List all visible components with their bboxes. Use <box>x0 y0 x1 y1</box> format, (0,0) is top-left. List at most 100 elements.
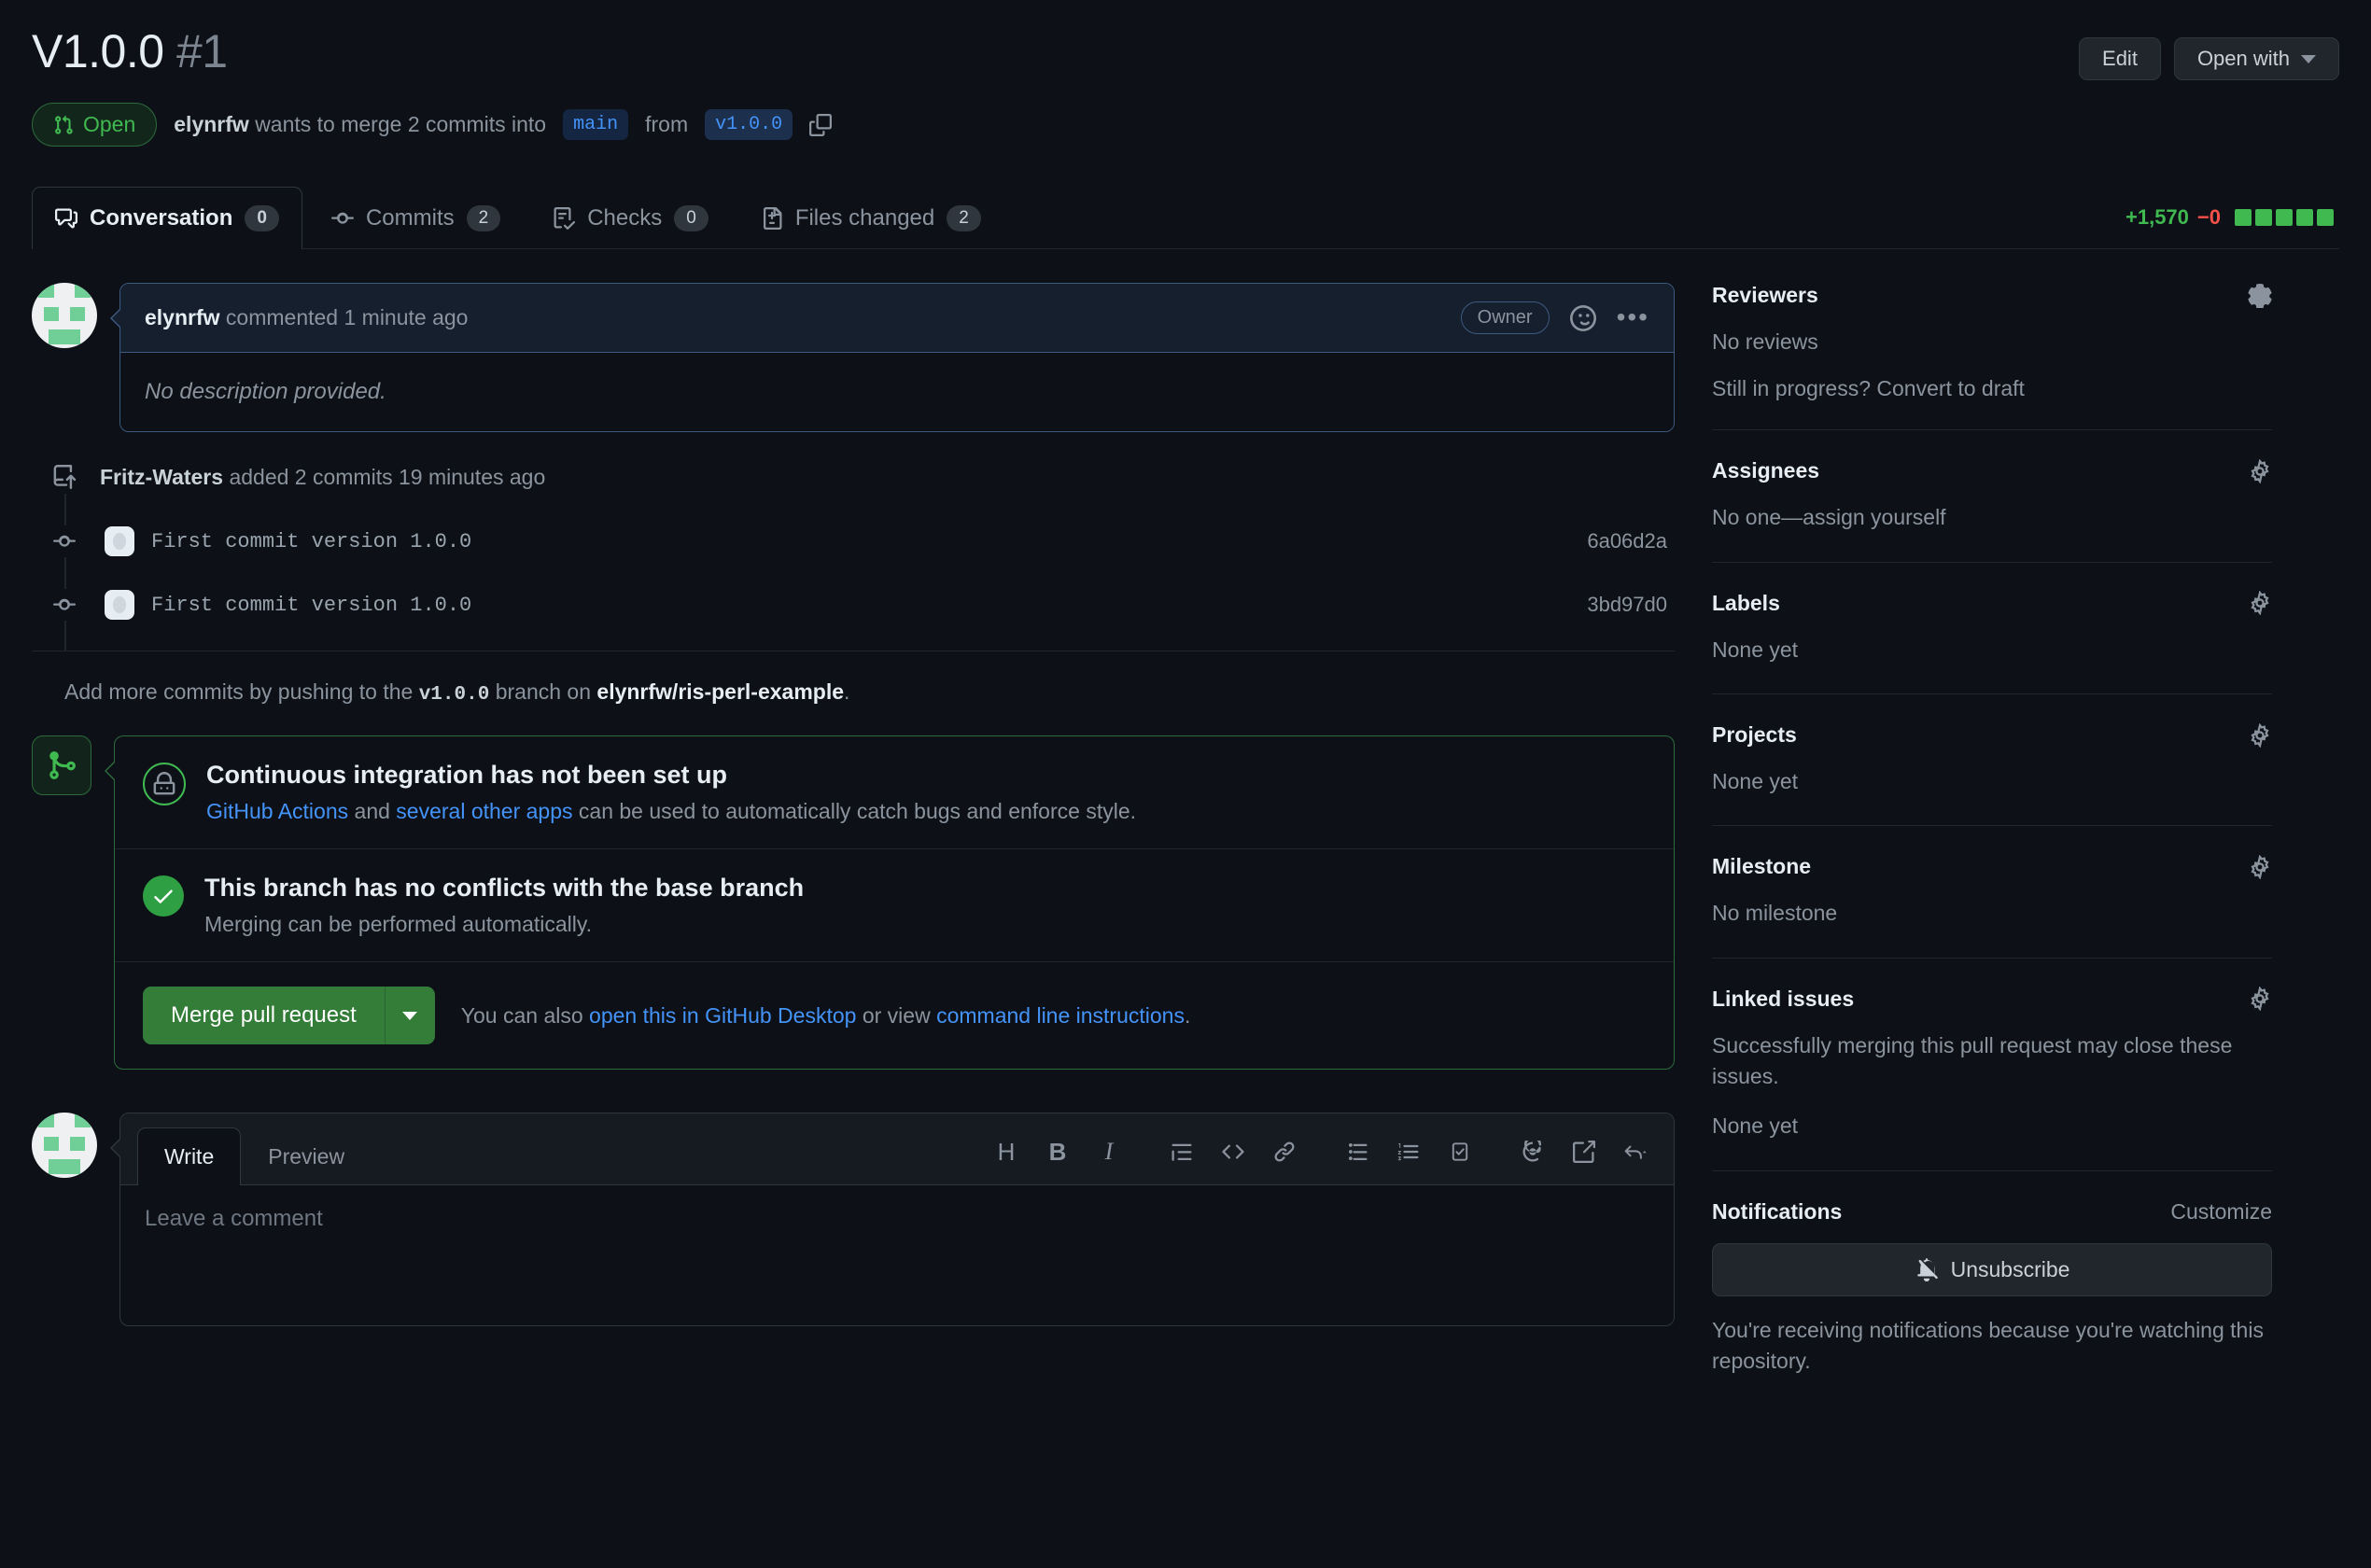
tab-preview[interactable]: Preview <box>241 1127 372 1185</box>
sidebar-section-projects: Projects None yet <box>1712 722 2272 827</box>
new-comment-editor: Write Preview H B I Leave a comment <box>32 1113 1675 1326</box>
assignees-title: Assignees <box>1712 458 1820 483</box>
tab-write[interactable]: Write <box>137 1127 242 1185</box>
diff-block <box>2296 209 2313 226</box>
github-desktop-link[interactable]: open this in GitHub Desktop <box>589 1003 856 1028</box>
tab-files-changed[interactable]: Files changed 2 <box>737 187 1004 249</box>
commit-row: First commit version 1.0.0 3bd97d0 <box>49 589 1675 621</box>
projects-title: Projects <box>1712 722 1797 748</box>
commit-message[interactable]: First commit version 1.0.0 <box>151 530 471 553</box>
gear-icon[interactable] <box>2248 591 2272 616</box>
tab-checks[interactable]: Checks 0 <box>529 187 732 249</box>
linked-issues-header: Linked issues <box>1712 987 2272 1012</box>
ordered-list-icon[interactable] <box>1387 1130 1430 1173</box>
merge-pull-request-button[interactable]: Merge pull request <box>143 987 385 1044</box>
page-content: elynrfw commented 1 minute ago Owner ••• <box>32 283 2339 1433</box>
push-note-middle: branch on <box>495 679 592 704</box>
push-note-branch: v1.0.0 <box>418 684 490 706</box>
assignees-header: Assignees <box>1712 458 2272 483</box>
commit-avatar <box>105 526 134 556</box>
copy-icon[interactable] <box>809 113 833 136</box>
avatar <box>32 1113 97 1178</box>
commit-sha[interactable]: 3bd97d0 <box>1587 593 1675 617</box>
code-icon[interactable] <box>1212 1130 1255 1173</box>
check-icon <box>143 875 184 917</box>
link-icon[interactable] <box>1263 1130 1306 1173</box>
ci-between: and <box>348 799 397 823</box>
bold-icon[interactable]: B <box>1036 1130 1079 1173</box>
status-badge-label: Open <box>83 112 136 136</box>
merge-options-button[interactable] <box>384 987 435 1044</box>
push-more-commits-note: Add more commits by pushing to the v1.0.… <box>64 679 1675 706</box>
merge-alternatives: You can also open this in GitHub Desktop… <box>461 1003 1191 1029</box>
diff-block <box>2235 209 2252 226</box>
labels-value: None yet <box>1712 637 1799 662</box>
mention-icon[interactable] <box>1511 1130 1554 1173</box>
diff-blocks <box>2235 209 2334 226</box>
saved-reply-icon[interactable] <box>1563 1130 1606 1173</box>
owner-badge: Owner <box>1460 301 1550 334</box>
comment-icon <box>55 208 77 229</box>
task-list-icon[interactable] <box>1438 1130 1481 1173</box>
comment-header-actions: Owner ••• <box>1460 301 1649 334</box>
sidebar-section-linked-issues: Linked issues Successfully merging this … <box>1712 987 2272 1171</box>
tab-conversation[interactable]: Conversation 0 <box>32 187 302 249</box>
sidebar-section-notifications: Notifications Customize Unsubscribe You'… <box>1712 1199 2272 1406</box>
tab-conversation-count: 0 <box>245 205 279 231</box>
unordered-list-icon[interactable] <box>1336 1130 1379 1173</box>
pr-tabs: Conversation 0 Commits 2 Checks 0 Files … <box>32 186 2339 249</box>
github-actions-link[interactable]: GitHub Actions <box>206 799 348 823</box>
notifications-title: Notifications <box>1712 1198 1843 1224</box>
reply-icon[interactable] <box>1614 1130 1657 1173</box>
conversation-column: elynrfw commented 1 minute ago Owner ••• <box>32 283 1675 1433</box>
diff-block <box>2255 209 2272 226</box>
bell-slash-icon <box>1916 1258 1938 1282</box>
more-options-icon[interactable]: ••• <box>1617 304 1649 330</box>
comment-timestamp: commented 1 minute ago <box>225 305 469 329</box>
gear-icon[interactable] <box>2248 987 2272 1012</box>
comment-input-area[interactable]: Leave a comment <box>120 1185 1674 1325</box>
command-line-link[interactable]: command line instructions <box>936 1003 1185 1028</box>
gear-icon[interactable] <box>2248 722 2272 748</box>
gear-icon[interactable] <box>2248 458 2272 483</box>
diff-additions: +1,570 <box>2125 205 2189 229</box>
pr-title-text: V1.0.0 <box>32 25 164 77</box>
unsubscribe-button[interactable]: Unsubscribe <box>1712 1242 2272 1296</box>
gear-icon[interactable] <box>2248 854 2272 879</box>
base-branch-chip[interactable]: main <box>563 109 629 140</box>
commits-header-rest: added 2 commits 19 minutes ago <box>229 464 546 489</box>
tab-list: Conversation 0 Commits 2 Checks 0 Files … <box>32 186 1004 249</box>
push-note-end: . <box>844 679 850 704</box>
italic-icon[interactable]: I <box>1087 1130 1130 1173</box>
pr-subheader: Open elynrfw wants to merge 2 commits in… <box>32 103 2339 147</box>
merge-card: Continuous integration has not been set … <box>105 735 1675 1070</box>
commit-message[interactable]: First commit version 1.0.0 <box>151 594 471 617</box>
pr-author: elynrfw <box>174 112 249 136</box>
diff-deletions: −0 <box>2196 205 2221 229</box>
page-title: V1.0.0 #1 <box>32 26 228 77</box>
commit-sha[interactable]: 6a06d2a <box>1587 529 1675 553</box>
commit-icon <box>330 212 354 224</box>
sidebar-section-assignees: Assignees No one—assign yourself <box>1712 458 2272 563</box>
linked-issues-title: Linked issues <box>1712 986 1855 1011</box>
convert-to-draft-link[interactable]: Still in progress? Convert to draft <box>1712 376 2272 401</box>
add-reaction-icon[interactable] <box>1569 304 1596 331</box>
notifications-description: You're receiving notifications because y… <box>1712 1317 2264 1374</box>
edit-button[interactable]: Edit <box>2079 37 2161 80</box>
assignees-value[interactable]: No one—assign yourself <box>1712 502 2272 533</box>
customize-link[interactable]: Customize <box>2170 1199 2272 1225</box>
heading-icon[interactable]: H <box>985 1130 1028 1173</box>
pr-sidebar: Reviewers No reviews Still in progress? … <box>1712 283 2272 1433</box>
editor-tab-list: Write Preview <box>137 1127 372 1185</box>
checklist-icon <box>554 207 576 230</box>
pull-request-page: V1.0.0 #1 Edit Open with Open elynrfw wa… <box>0 0 2371 1568</box>
head-branch-chip[interactable]: v1.0.0 <box>705 109 793 140</box>
tab-commits[interactable]: Commits 2 <box>308 187 524 249</box>
quote-icon[interactable] <box>1160 1130 1203 1173</box>
commits-group: Fritz-Waters added 2 commits 19 minutes … <box>48 460 1675 621</box>
pull-request-icon <box>55 115 73 134</box>
projects-header: Projects <box>1712 722 2272 748</box>
gear-icon[interactable] <box>2248 283 2272 308</box>
other-apps-link[interactable]: several other apps <box>396 799 572 823</box>
open-with-button[interactable]: Open with <box>2173 37 2339 80</box>
